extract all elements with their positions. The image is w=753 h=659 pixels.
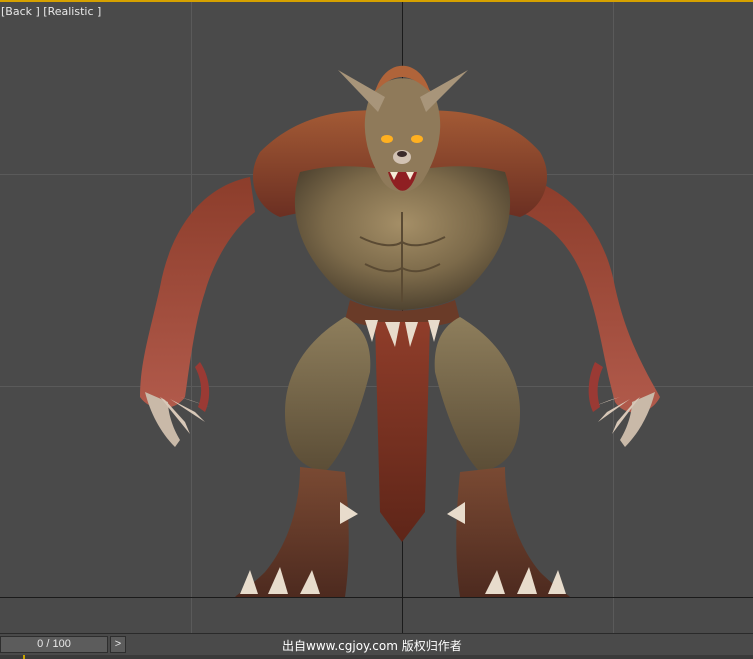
time-slider-bar: 0 / 100 > 出自www.cgjoy.com 版权归作者 (0, 633, 753, 659)
watermark-text: 出自www.cgjoy.com 版权归作者 (282, 639, 462, 653)
timeline-track[interactable] (0, 655, 753, 659)
next-frame-button[interactable]: > (110, 636, 126, 653)
viewport-back[interactable]: [Back ] [Realistic ] (0, 0, 753, 633)
time-slider[interactable]: 0 / 100 (0, 636, 108, 653)
right-arm (520, 177, 660, 447)
left-arm (140, 177, 255, 447)
viewport-label[interactable]: [Back ] [Realistic ] (1, 5, 101, 18)
werewolf-model[interactable] (0, 2, 753, 633)
timeline-current-frame-marker[interactable] (23, 655, 25, 659)
